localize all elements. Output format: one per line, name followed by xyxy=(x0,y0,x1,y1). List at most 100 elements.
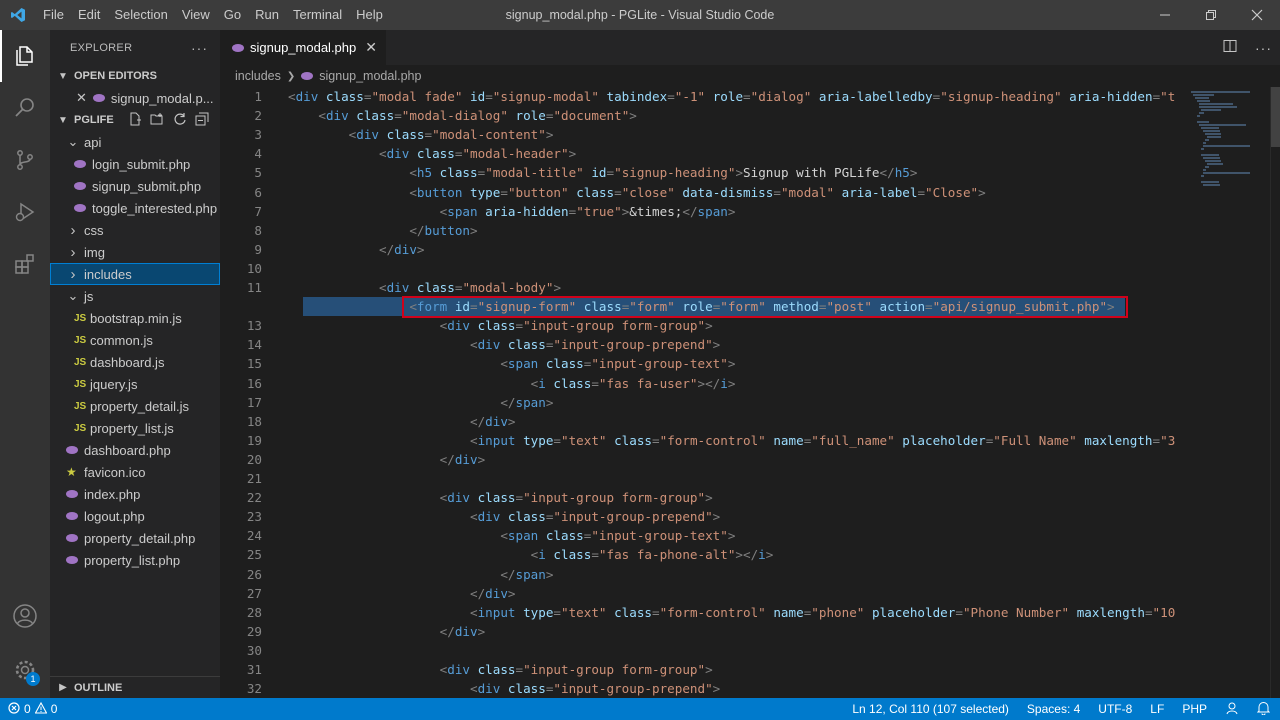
code-line[interactable]: 4 <div class="modal-header"> xyxy=(220,144,1185,163)
account-icon[interactable] xyxy=(0,590,50,642)
run-debug-icon[interactable] xyxy=(0,186,50,238)
code-line[interactable]: 13 <div class="input-group form-group"> xyxy=(220,316,1185,335)
code-line[interactable]: 30 xyxy=(220,641,1185,660)
code-line[interactable]: 20 </div> xyxy=(220,450,1185,469)
tree-item-api[interactable]: ⌄ api xyxy=(50,131,220,153)
open-editors-section[interactable]: ▼ OPEN EDITORS xyxy=(50,65,220,87)
code-line[interactable]: 32 <div class="input-group-prepend"> xyxy=(220,679,1185,698)
tree-item-includes[interactable]: › includes xyxy=(50,263,220,285)
tree-item-jquery-js[interactable]: JS jquery.js xyxy=(50,373,220,395)
php-file-icon xyxy=(66,446,78,454)
code-line[interactable]: 25 <i class="fas fa-phone-alt"></i> xyxy=(220,545,1185,564)
encoding[interactable]: UTF-8 xyxy=(1098,702,1132,716)
code-line[interactable]: 27 </div> xyxy=(220,584,1185,603)
tree-item-property-detail-js[interactable]: JS property_detail.js xyxy=(50,395,220,417)
menu-file[interactable]: File xyxy=(36,0,71,30)
restore-button[interactable] xyxy=(1188,0,1234,30)
tree-item-property-list-php[interactable]: property_list.php xyxy=(50,549,220,571)
tree-item-index-php[interactable]: index.php xyxy=(50,483,220,505)
cursor-position[interactable]: Ln 12, Col 110 (107 selected) xyxy=(852,702,1009,716)
more-actions-icon[interactable]: ··· xyxy=(1255,40,1272,56)
more-actions-icon[interactable]: ··· xyxy=(191,40,208,56)
new-file-icon[interactable] xyxy=(128,112,142,129)
code-line[interactable]: 31 <div class="input-group form-group"> xyxy=(220,660,1185,679)
menu-selection[interactable]: Selection xyxy=(107,0,174,30)
split-editor-icon[interactable] xyxy=(1223,39,1237,56)
tree-item-common-js[interactable]: JS common.js xyxy=(50,329,220,351)
extensions-icon[interactable] xyxy=(0,238,50,290)
tree-item-login-submit-php[interactable]: login_submit.php xyxy=(50,153,220,175)
code-line[interactable]: 16 <i class="fas fa-user"></i> xyxy=(220,374,1185,393)
code-line[interactable]: 21 xyxy=(220,469,1185,488)
code-line[interactable]: 14 <div class="input-group-prepend"> xyxy=(220,335,1185,354)
collapse-all-icon[interactable] xyxy=(195,112,209,129)
search-icon[interactable] xyxy=(0,82,50,134)
menu-run[interactable]: Run xyxy=(248,0,286,30)
menu-terminal[interactable]: Terminal xyxy=(286,0,349,30)
source-control-icon[interactable] xyxy=(0,134,50,186)
code-line[interactable]: 10 xyxy=(220,259,1185,278)
code-line[interactable]: 26 </span> xyxy=(220,565,1185,584)
explorer-icon[interactable] xyxy=(0,30,50,82)
code-line[interactable]: 8 </button> xyxy=(220,221,1185,240)
problems-indicator[interactable]: 0 0 xyxy=(0,701,57,717)
settings-gear-icon[interactable]: 1 xyxy=(0,644,50,696)
code-line[interactable]: 22 <div class="input-group form-group"> xyxy=(220,488,1185,507)
code-line[interactable]: 17 </span> xyxy=(220,393,1185,412)
close-window-button[interactable] xyxy=(1234,0,1280,30)
tree-item-css[interactable]: › css xyxy=(50,219,220,241)
tree-item-signup-submit-php[interactable]: signup_submit.php xyxy=(50,175,220,197)
code-line[interactable]: 6 <button type="button" class="close" da… xyxy=(220,183,1185,202)
menu-view[interactable]: View xyxy=(175,0,217,30)
minimize-button[interactable] xyxy=(1142,0,1188,30)
code-line[interactable]: 1 <div class="modal fade" id="signup-moda… xyxy=(220,87,1185,106)
project-section[interactable]: ▼ PGLIFE xyxy=(50,109,220,131)
breadcrumb-folder[interactable]: includes xyxy=(235,69,281,83)
menu-help[interactable]: Help xyxy=(349,0,390,30)
tree-item-bootstrap-min-js[interactable]: JS bootstrap.min.js xyxy=(50,307,220,329)
tab-signup-modal[interactable]: signup_modal.php ✕ xyxy=(220,30,386,65)
tree-item-property-detail-php[interactable]: property_detail.php xyxy=(50,527,220,549)
file-tree: ⌄ api login_submit.php signup_submit.php tog… xyxy=(50,131,220,571)
code-line[interactable]: 29 </div> xyxy=(220,622,1185,641)
tree-item-js[interactable]: ⌄ js xyxy=(50,285,220,307)
minimap[interactable] xyxy=(1185,87,1270,698)
tree-item-img[interactable]: › img xyxy=(50,241,220,263)
breadcrumb-file[interactable]: signup_modal.php xyxy=(319,69,421,83)
code-line[interactable]: 5 <h5 class="modal-title" id="signup-hea… xyxy=(220,163,1185,182)
close-icon[interactable]: ✕ xyxy=(76,90,87,106)
tree-item-dashboard-php[interactable]: dashboard.php xyxy=(50,439,220,461)
code-line[interactable]: 28 <input type="text" class="form-contro… xyxy=(220,603,1185,622)
end-of-line[interactable]: LF xyxy=(1150,702,1164,716)
close-icon[interactable]: ✕ xyxy=(365,39,377,56)
tree-item-favicon-ico[interactable]: ★ favicon.ico xyxy=(50,461,220,483)
tree-item-logout-php[interactable]: logout.php xyxy=(50,505,220,527)
code-line[interactable]: 2 <div class="modal-dialog" role="docume… xyxy=(220,106,1185,125)
outline-section[interactable]: ▶ OUTLINE xyxy=(50,677,220,698)
indentation[interactable]: Spaces: 4 xyxy=(1027,702,1080,716)
tree-item-toggle-interested-php[interactable]: toggle_interested.php xyxy=(50,197,220,219)
tree-item-property-list-js[interactable]: JS property_list.js xyxy=(50,417,220,439)
language-mode[interactable]: PHP xyxy=(1182,702,1207,716)
open-editor-item[interactable]: ✕ signup_modal.p... xyxy=(50,87,220,109)
code-line[interactable]: 3 <div class="modal-content"> xyxy=(220,125,1185,144)
code-line[interactable]: 15 <span class="input-group-text"> xyxy=(220,354,1185,373)
vertical-scrollbar[interactable] xyxy=(1270,87,1280,698)
tree-item-dashboard-js[interactable]: JS dashboard.js xyxy=(50,351,220,373)
code-line[interactable]: 23 <div class="input-group-prepend"> xyxy=(220,507,1185,526)
code-line[interactable]: 7 <span aria-hidden="true">&times;</span… xyxy=(220,202,1185,221)
scrollbar-thumb[interactable] xyxy=(1271,87,1280,147)
code-editor[interactable]: 1 <div class="modal fade" id="signup-moda… xyxy=(220,87,1280,698)
new-folder-icon[interactable] xyxy=(150,112,165,129)
code-line[interactable]: 18 </div> xyxy=(220,412,1185,431)
code-line[interactable]: 9 </div> xyxy=(220,240,1185,259)
menu-edit[interactable]: Edit xyxy=(71,0,107,30)
notifications-bell-icon[interactable] xyxy=(1256,701,1271,718)
explorer-sidebar: EXPLORER ··· ▼ OPEN EDITORS ✕ signup_mod… xyxy=(50,30,220,698)
refresh-icon[interactable] xyxy=(173,112,187,129)
code-line[interactable]: 11 <div class="modal-body"> xyxy=(220,278,1185,297)
menu-go[interactable]: Go xyxy=(217,0,248,30)
code-line[interactable]: 24 <span class="input-group-text"> xyxy=(220,526,1185,545)
code-line[interactable]: 19 <input type="text" class="form-contro… xyxy=(220,431,1185,450)
feedback-icon[interactable] xyxy=(1225,701,1239,718)
